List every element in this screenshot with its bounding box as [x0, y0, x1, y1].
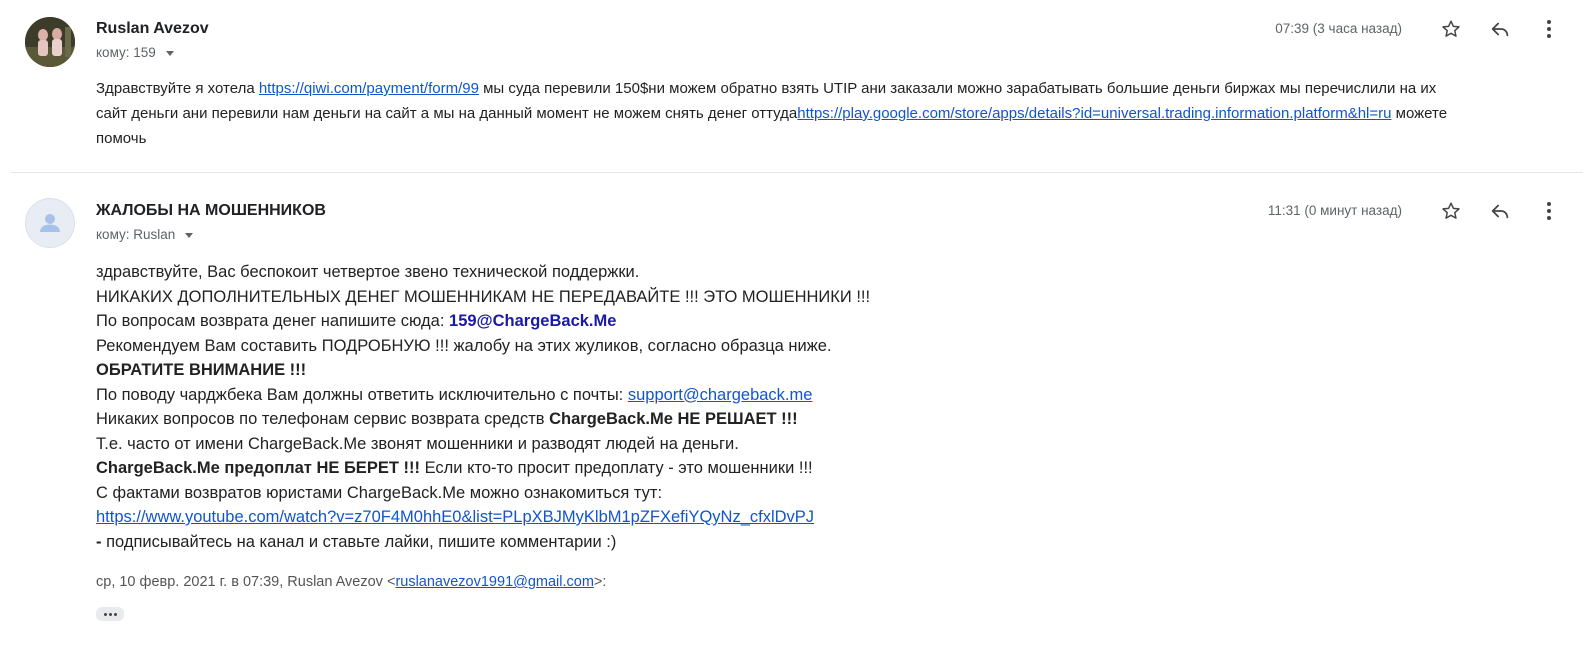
- more-vert-icon: [1547, 202, 1551, 220]
- body-bold-text: ChargeBack.Me предоплат НЕ БЕРЕТ !!!: [96, 459, 420, 477]
- body-line: ОБРАТИТЕ ВНИМАНИЕ !!!: [96, 358, 1296, 383]
- body-line: Здравствуйте я хотела https://qiwi.com/p…: [96, 76, 1556, 101]
- person-icon: [40, 214, 60, 232]
- body-text: мы суда перевили 150$ни можем обратно вз…: [478, 80, 1437, 97]
- sender-avatar[interactable]: [25, 198, 75, 248]
- sender-name: Ruslan Avezov: [96, 20, 209, 37]
- body-line: - подписывайтесь на канал и ставьте лайк…: [96, 530, 1296, 555]
- body-line: По вопросам возврата денег напишите сюда…: [96, 309, 1296, 334]
- star-button[interactable]: [1431, 16, 1471, 42]
- more-options-button[interactable]: [1529, 198, 1569, 224]
- reply-button[interactable]: [1480, 16, 1520, 42]
- dot-icon: [113, 612, 117, 616]
- body-text: можете: [1391, 105, 1448, 122]
- reply-button[interactable]: [1480, 198, 1520, 224]
- body-line: НИКАКИХ ДОПОЛНИТЕЛЬНЫХ ДЕНЕГ МОШЕННИКАМ …: [96, 287, 871, 306]
- message-actions: [1422, 16, 1569, 42]
- body-text: Здравствуйте я хотела: [96, 80, 259, 97]
- message-body: здравствуйте, Вас беспокоит четвертое зв…: [96, 260, 1296, 554]
- body-text: подписывайтесь на канал и ставьте лайки,…: [106, 532, 617, 551]
- body-line: С фактами возвратов юристами ChargeBack.…: [96, 483, 663, 502]
- star-icon: [1442, 20, 1460, 37]
- email-message-1: Ruslan Avezov кому: 159 07:39 (3 часа на…: [0, 0, 1583, 172]
- quote-text: >:: [593, 574, 607, 590]
- body-text: Никаких вопросов по телефонам сервис воз…: [96, 410, 550, 428]
- star-icon: [1442, 202, 1460, 219]
- qiwi-link[interactable]: https://qiwi.com/payment/form/99: [259, 80, 479, 97]
- dot-icon: [103, 612, 107, 616]
- body-line: Рекомендуем Вам составить ПОДРОБНУЮ !!! …: [96, 336, 832, 355]
- body-line: Т.е. часто от имени ChargeBack.Me звонят…: [96, 434, 739, 453]
- body-bold-text: ChargeBack.Me НЕ РЕШАЕТ !!!: [549, 410, 798, 428]
- chevron-down-icon[interactable]: [185, 233, 194, 238]
- reply-icon: [1491, 204, 1509, 219]
- google-play-link[interactable]: https://play.google.com/store/apps/detai…: [797, 105, 1391, 122]
- quoted-header: ср, 10 февр. 2021 г. в 07:39, Ruslan Ave…: [96, 574, 606, 590]
- reply-icon: [1491, 22, 1509, 37]
- quoted-sender-email-link[interactable]: ruslanavezov1991@gmail.com: [395, 574, 593, 590]
- body-line: https://www.youtube.com/watch?v=z70F4M0h…: [96, 505, 1296, 530]
- message-body: Здравствуйте я хотела https://qiwi.com/p…: [96, 76, 1556, 151]
- sender-name: ЖАЛОБЫ НА МОШЕННИКОВ: [96, 202, 326, 219]
- quote-text: ср, 10 февр. 2021 г. в 07:39, Ruslan Ave…: [96, 574, 396, 590]
- chargeback-email-link[interactable]: 159@ChargeBack.Me: [449, 312, 616, 330]
- chevron-down-icon[interactable]: [165, 51, 174, 56]
- youtube-link[interactable]: https://www.youtube.com/watch?v=z70F4M0h…: [96, 508, 814, 526]
- recipient-label: кому: Ruslan: [96, 227, 176, 242]
- show-trimmed-content-button[interactable]: [96, 607, 124, 621]
- recipient-label: кому: 159: [96, 45, 156, 60]
- star-button[interactable]: [1431, 198, 1471, 224]
- body-line: помочь: [96, 130, 147, 147]
- attention-heading: ОБРАТИТЕ ВНИМАНИЕ !!!: [96, 361, 307, 379]
- message-timestamp: 07:39 (3 часа назад): [1275, 21, 1402, 36]
- avatar-photo: [25, 17, 75, 67]
- body-line: По поводу чарджбека Вам должны ответить …: [96, 383, 1296, 408]
- body-text: По поводу чарджбека Вам должны ответить …: [96, 385, 628, 404]
- recipient-line: кому: 159: [96, 45, 174, 60]
- body-bold-text: -: [96, 532, 107, 551]
- email-message-2: ЖАЛОБЫ НА МОШЕННИКОВ кому: Ruslan 11:31 …: [0, 174, 1583, 645]
- body-line: Никаких вопросов по телефонам сервис воз…: [96, 407, 1296, 432]
- body-line: ChargeBack.Me предоплат НЕ БЕРЕТ !!! Есл…: [96, 456, 1296, 481]
- message-divider: [10, 172, 1583, 173]
- message-actions: [1422, 198, 1569, 224]
- body-text: Если кто-то просит предоплату - это моше…: [419, 459, 813, 477]
- message-timestamp: 11:31 (0 минут назад): [1267, 203, 1402, 218]
- more-options-button[interactable]: [1529, 16, 1569, 42]
- body-text: По вопросам возврата денег напишите сюда…: [96, 312, 450, 330]
- dot-icon: [108, 612, 112, 616]
- body-text: сайт деньги ани перевили нам деньги на с…: [96, 105, 798, 122]
- more-vert-icon: [1547, 20, 1551, 38]
- support-email-link[interactable]: support@chargeback.me: [628, 386, 813, 404]
- body-line: здравствуйте, Вас беспокоит четвертое зв…: [96, 263, 640, 281]
- sender-avatar[interactable]: [25, 17, 75, 67]
- recipient-line: кому: Ruslan: [96, 227, 194, 242]
- body-line: сайт деньги ани перевили нам деньги на с…: [96, 101, 1556, 126]
